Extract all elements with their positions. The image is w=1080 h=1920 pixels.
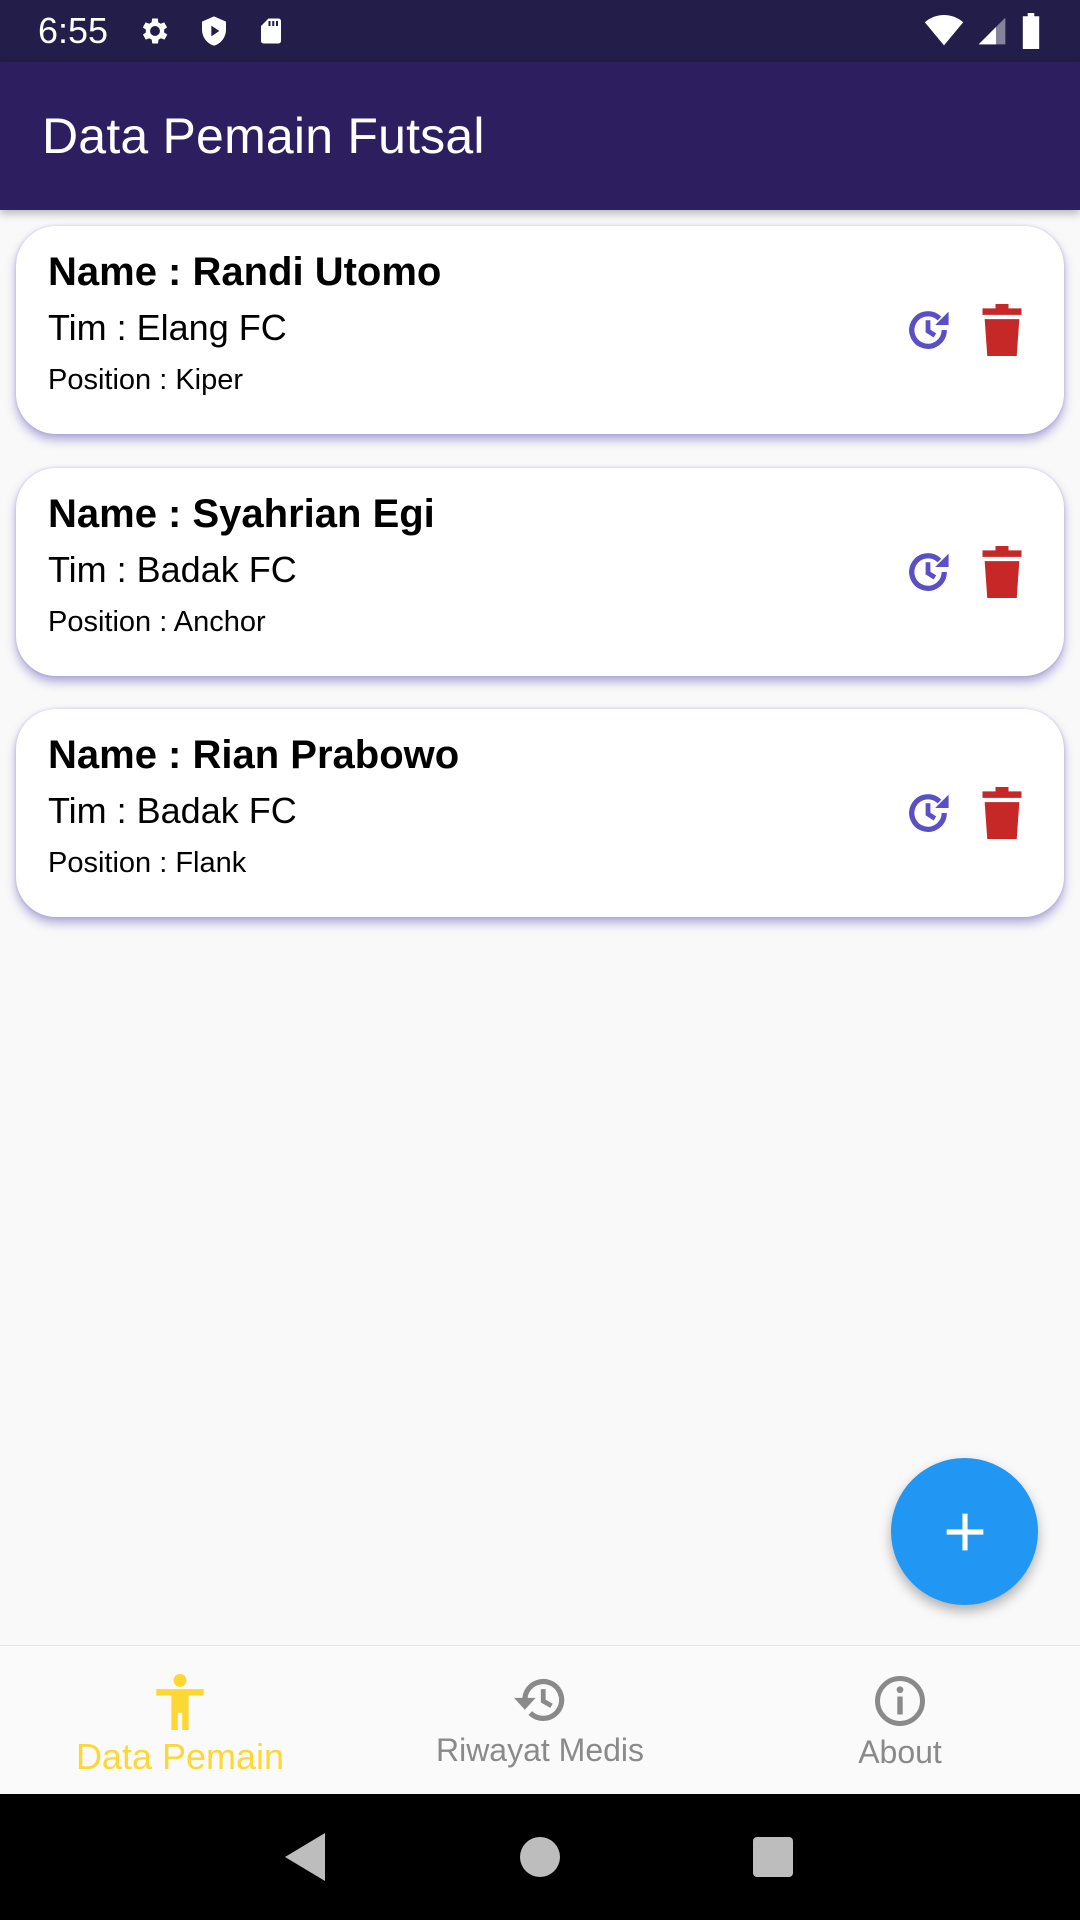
player-card-text: Name : Randi Utomo Tim : Elang FC Positi… [48, 244, 441, 402]
delete-button[interactable] [976, 787, 1028, 839]
card-actions [902, 787, 1028, 839]
status-time: 6:55 [38, 10, 109, 51]
back-icon [284, 1833, 325, 1881]
player-card-text: Name : Syahrian Egi Tim : Badak FC Posit… [48, 486, 435, 644]
player-team: Tim : Elang FC [48, 307, 287, 348]
plus-icon [946, 1513, 983, 1550]
trash-icon [982, 546, 1022, 598]
nav-item-about[interactable]: About [720, 1646, 1080, 1794]
gear-icon [138, 14, 172, 48]
nav-label: About [858, 1734, 942, 1770]
app-screen: 6:55 Data Pemain Futsal Name: Randi Uto… [0, 0, 1080, 1920]
player-name: Name : Syahrian Egi [48, 492, 435, 536]
card-actions [902, 304, 1028, 356]
home-button[interactable] [510, 1827, 570, 1887]
player-team: Tim : Badak FC [48, 549, 297, 590]
sd-card-icon [256, 14, 286, 48]
shield-icon [198, 14, 230, 48]
delete-button[interactable] [976, 546, 1028, 598]
history-button[interactable] [902, 304, 954, 356]
nav-label: Riwayat Medis [435, 1732, 645, 1768]
status-icons-right [924, 13, 1042, 49]
history-icon [909, 311, 949, 349]
player-team: Tim : Badak FC [48, 790, 297, 831]
player-position: Position : Kiper [48, 364, 244, 396]
player-name: Name : Randi Utomo [48, 250, 442, 294]
home-icon [519, 1837, 560, 1877]
player-card-text: Name : Rian Prabowo Tim : Badak FC Posit… [48, 727, 459, 885]
player-position: Position : Anchor [48, 606, 266, 638]
player-card[interactable]: Name : Rian Prabowo Tim : Badak FC Posit… [16, 709, 1064, 917]
player-card[interactable]: Name : Randi Utomo Tim : Elang FC Positi… [16, 226, 1064, 434]
player-position: Position : Flank [48, 847, 247, 879]
history-button[interactable] [902, 546, 954, 598]
bottom-navigation: Data Pemain Riwayat Medis About [0, 1645, 1080, 1794]
player-card[interactable]: Name : Syahrian Egi Tim : Badak FC Posit… [16, 468, 1064, 676]
signal-icon [976, 15, 1008, 47]
add-player-button[interactable] [891, 1458, 1038, 1605]
history-button[interactable] [902, 787, 954, 839]
nav-label: Data Pemain [75, 1736, 285, 1777]
trash-icon [982, 787, 1022, 839]
wifi-icon [924, 15, 964, 47]
person-icon [156, 1674, 204, 1730]
system-navigation-bar [0, 1794, 1080, 1920]
player-name: Name : Rian Prabowo [48, 733, 460, 777]
history-icon [909, 553, 949, 591]
history-icon [514, 1678, 565, 1721]
nav-item-riwayat-medis[interactable]: Riwayat Medis [360, 1646, 720, 1794]
status-bar: 6:55 [0, 0, 1080, 62]
delete-button[interactable] [976, 304, 1028, 356]
battery-icon [1020, 13, 1042, 49]
page-title: Data Pemain Futsal [42, 108, 485, 164]
nav-item-data-pemain[interactable]: Data Pemain [0, 1646, 360, 1794]
recents-button[interactable] [743, 1827, 803, 1887]
app-bar: Data Pemain Futsal [0, 62, 1080, 210]
status-icons-left [138, 14, 286, 48]
back-button[interactable] [277, 1827, 337, 1887]
history-icon [909, 794, 949, 832]
recents-icon [753, 1837, 794, 1877]
info-icon [875, 1676, 925, 1726]
trash-icon [982, 304, 1022, 356]
card-actions [902, 546, 1028, 598]
